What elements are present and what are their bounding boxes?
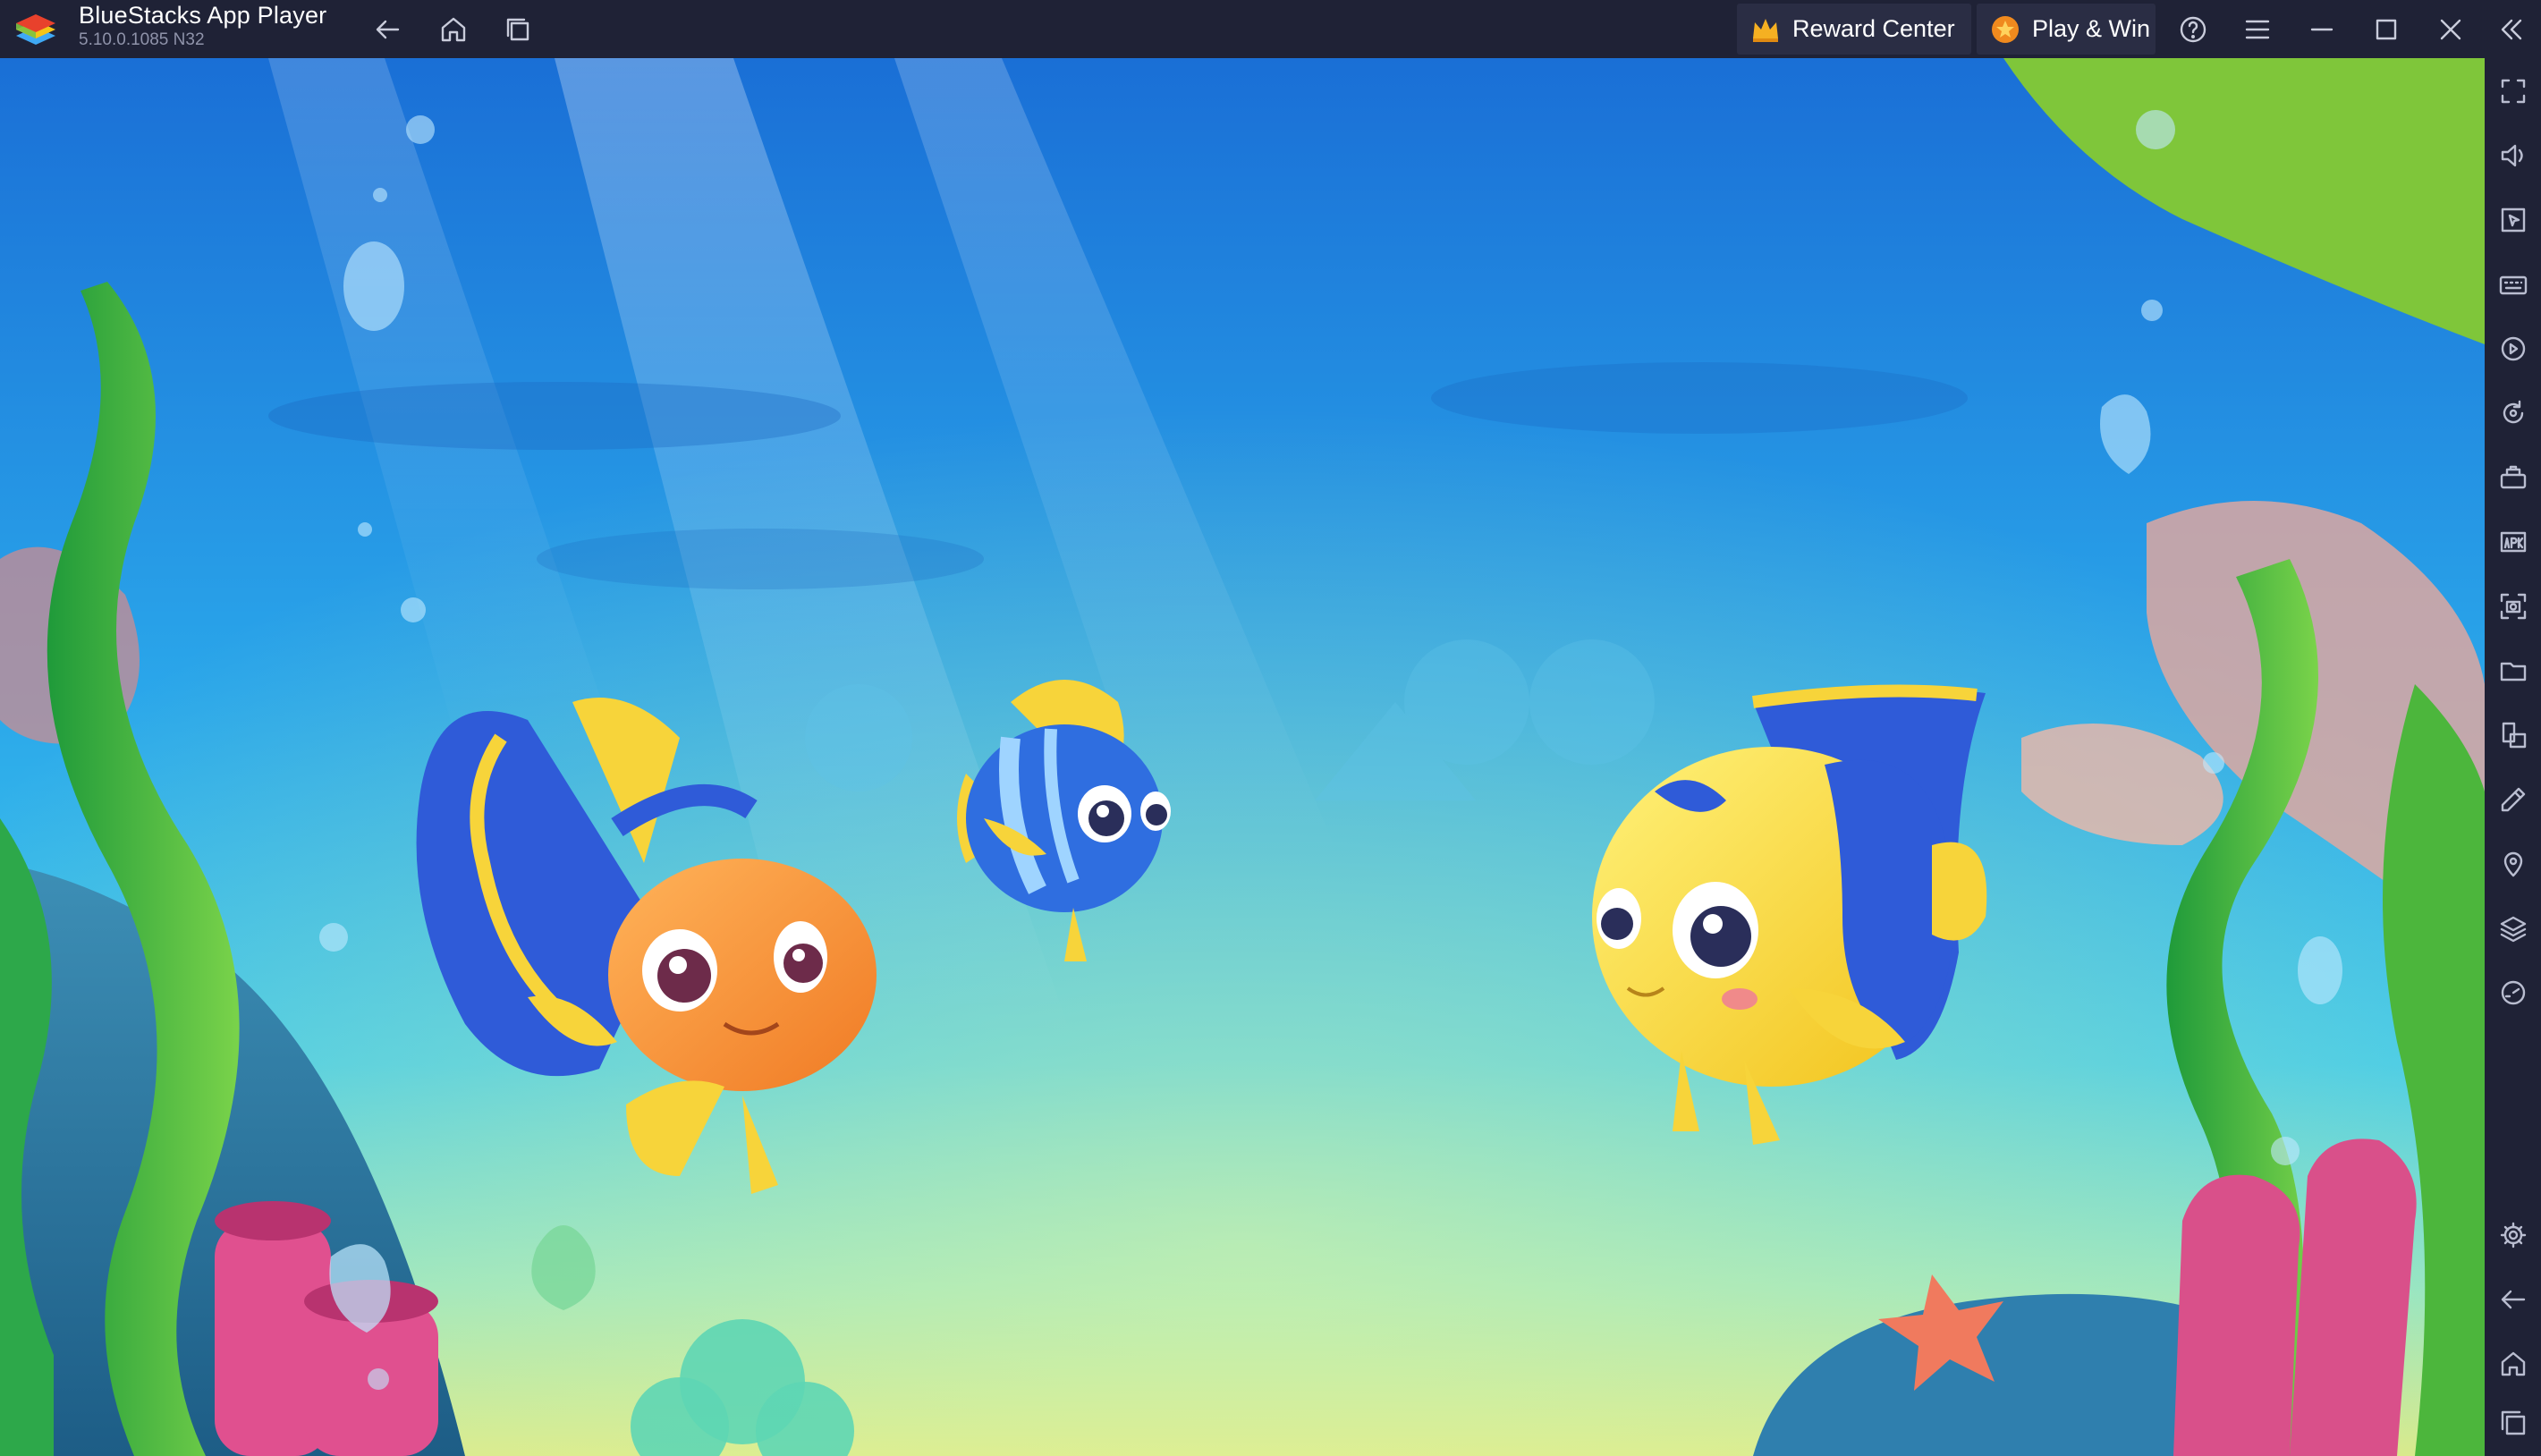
apk-icon[interactable] (2490, 519, 2537, 565)
maximize-icon[interactable] (2364, 7, 2409, 52)
back-icon[interactable] (366, 7, 411, 52)
play-win-button[interactable]: Play & Win (1977, 4, 2156, 55)
pointer-icon[interactable] (2490, 197, 2537, 243)
right-sidebar (2485, 58, 2541, 1456)
help-icon[interactable] (2171, 7, 2215, 52)
location-icon[interactable] (2490, 841, 2537, 887)
performance-icon[interactable] (2490, 969, 2537, 1016)
screenshot-icon[interactable] (2490, 583, 2537, 630)
menu-icon[interactable] (2235, 7, 2280, 52)
game-viewport[interactable] (0, 58, 2485, 1456)
settings-icon[interactable] (2490, 1212, 2537, 1258)
fullscreen-icon[interactable] (2490, 68, 2537, 114)
reward-center-button[interactable]: Reward Center (1737, 4, 1971, 55)
title-bar: BlueStacks App Player 5.10.0.1085 N32 Re… (0, 0, 2541, 58)
game-controls-icon[interactable] (2490, 454, 2537, 501)
android-back-icon[interactable] (2490, 1276, 2537, 1323)
keyboard-icon[interactable] (2490, 261, 2537, 308)
bluestacks-logo (16, 14, 55, 45)
crown-icon (1753, 18, 1778, 42)
coin-star-icon (1992, 15, 2019, 43)
play-win-label: Play & Win (2032, 15, 2151, 42)
macro-icon[interactable] (2490, 326, 2537, 372)
volume-icon[interactable] (2490, 132, 2537, 179)
android-home-icon[interactable] (2490, 1341, 2537, 1387)
recent-apps-icon[interactable] (495, 7, 540, 52)
collapse-sidebar-icon[interactable] (2488, 7, 2535, 52)
layers-icon[interactable] (2490, 905, 2537, 952)
rotate-icon[interactable] (2490, 390, 2537, 436)
reward-center-label: Reward Center (1792, 15, 1955, 42)
android-recents-icon[interactable] (2490, 1400, 2537, 1446)
home-icon[interactable] (431, 7, 476, 52)
multi-instance-icon[interactable] (2490, 712, 2537, 758)
app-version: 5.10.0.1085 N32 (79, 30, 205, 49)
underwater-scene (0, 58, 2485, 1456)
folder-icon[interactable] (2490, 648, 2537, 694)
eco-mode-icon[interactable] (2490, 776, 2537, 823)
app-title: BlueStacks App Player (79, 2, 327, 29)
close-icon[interactable] (2428, 7, 2473, 52)
minimize-icon[interactable] (2300, 7, 2344, 52)
